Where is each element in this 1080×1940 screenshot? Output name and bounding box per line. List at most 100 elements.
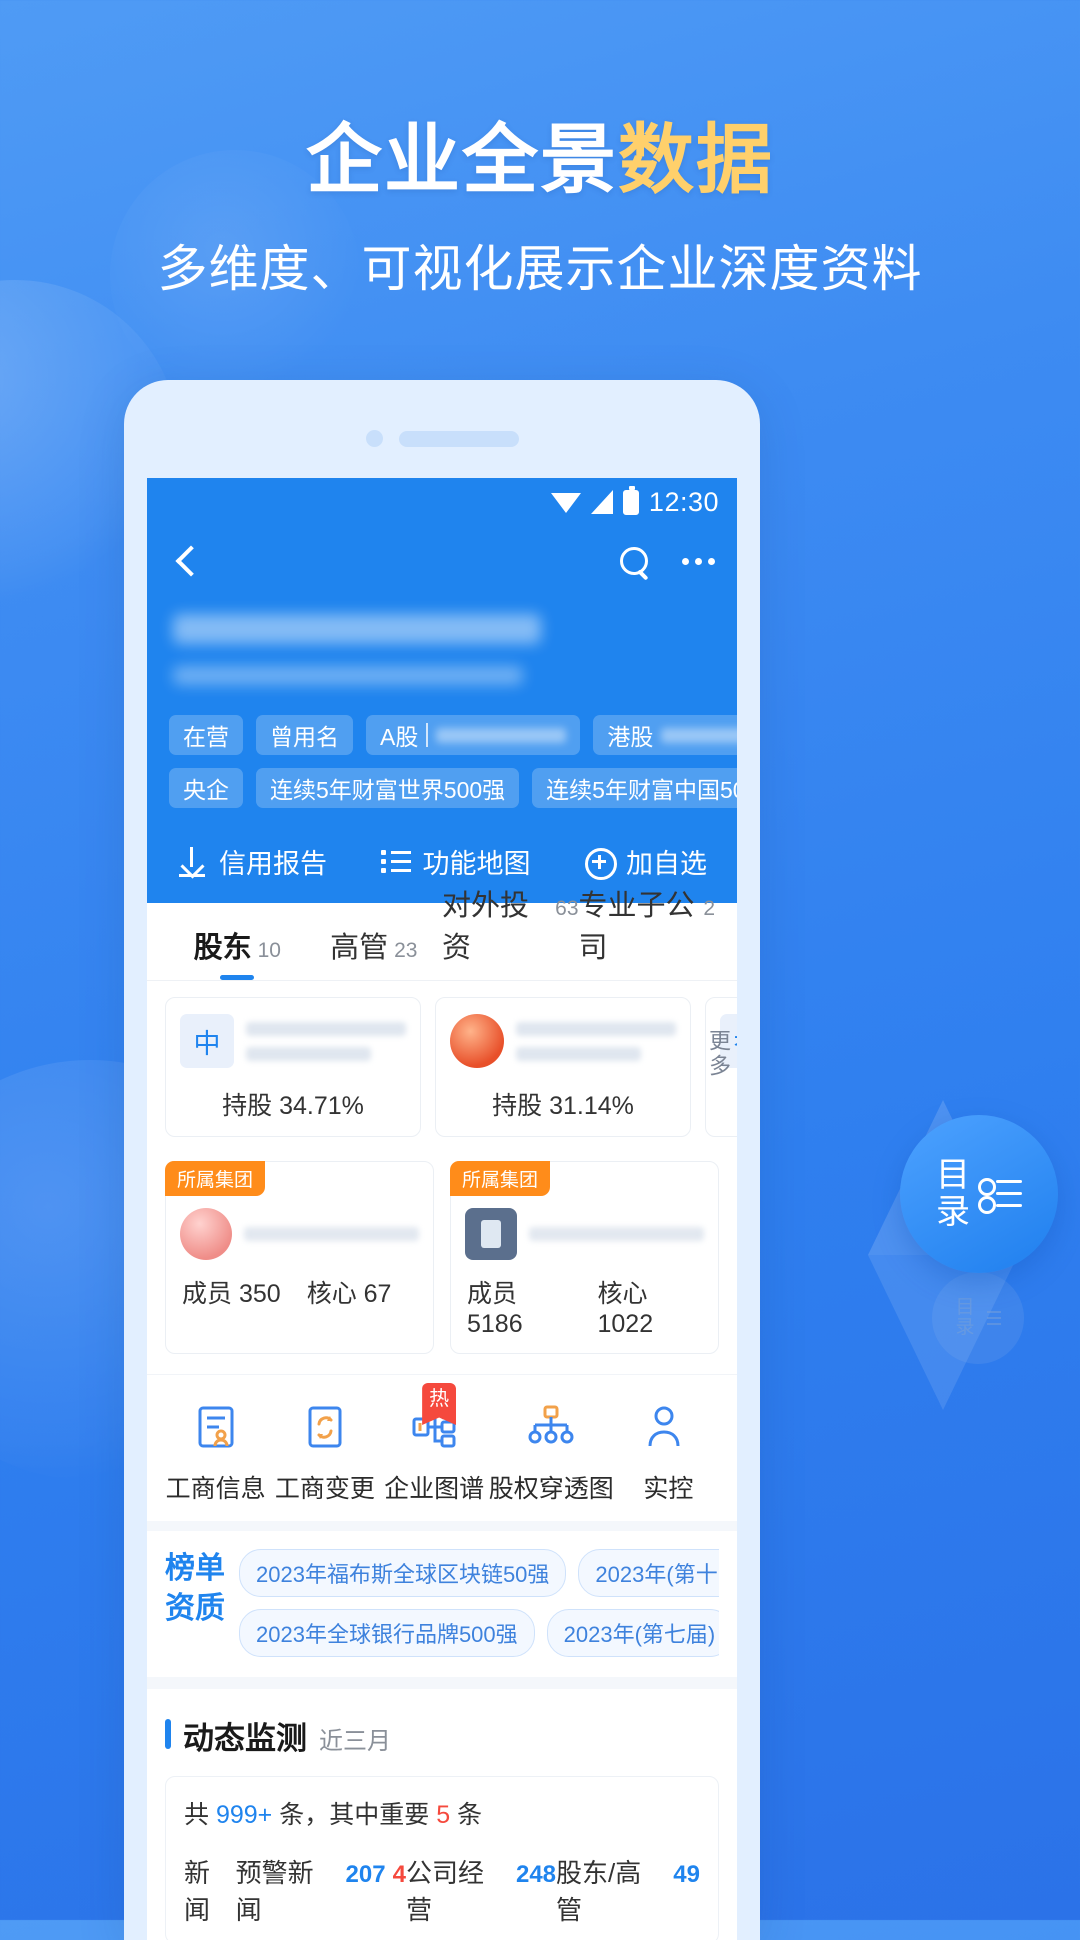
ranking-tag[interactable]: 2023年(第七届): [546, 1609, 719, 1657]
monitor-box: 共 999+ 条，其中重要 5 条 新闻 预警新闻 207 4 公司经营 248 股东…: [165, 1776, 719, 1940]
company-tag[interactable]: 曾用名: [256, 715, 353, 755]
download-icon: [177, 846, 207, 877]
feature-enterprise-graph[interactable]: 热 企业图谱: [380, 1383, 489, 1505]
feature-label: 股权穿透图: [488, 1475, 614, 1503]
tag-label: A股: [380, 724, 419, 750]
ranking-tag[interactable]: 2023年全球银行品牌500强: [239, 1609, 535, 1657]
action-label: 信用报告: [219, 849, 327, 879]
company-name-masked: [173, 614, 541, 644]
feature-business-change[interactable]: 工商变更: [270, 1397, 379, 1505]
equity-penetration-icon: [489, 1397, 614, 1457]
ranking-title: 榜单 资质: [165, 1549, 225, 1657]
holding-value: 31.14%: [549, 1092, 634, 1120]
function-map-button[interactable]: 功能地图: [380, 842, 531, 881]
camera-dot-icon: [365, 430, 383, 447]
catalog-fab-button[interactable]: 目 录: [900, 1115, 1058, 1273]
status-time: 12:30: [648, 486, 719, 517]
tab-label: 专业子公司: [578, 890, 695, 964]
tag-label: 连续5年财富中国500强: [546, 777, 737, 803]
company-tag[interactable]: 在营: [169, 715, 243, 755]
feature-equity-penetration[interactable]: 股权穿透图: [489, 1397, 614, 1505]
ranking-tag-list: 2023年福布斯全球区块链50强 2023年(第十三 2023年全球银行品牌50…: [239, 1549, 719, 1657]
group-card[interactable]: 所属集团 成员 350 核心 67: [165, 1161, 434, 1354]
phone-mockup: 12:30 在营 曾用名 A股 港股 绿债 央企 连续5年财富世界5: [124, 380, 760, 1940]
company-tag[interactable]: 连续5年财富中国500强: [532, 768, 737, 808]
ranking-tag[interactable]: 2023年福布斯全球区块链50强: [239, 1549, 567, 1597]
tab-shareholders[interactable]: 股东 10: [169, 924, 306, 980]
company-tag[interactable]: 连续5年财富世界500强: [256, 768, 520, 808]
ranking-title-line2: 资质: [165, 1591, 225, 1625]
shareholder-card-list: 中 持股 34.71% 持股 31.14% 更多: [147, 981, 737, 1155]
group-card-list: 所属集团 成员 350 核心 67 所属集团 成员 5186 核心 1022: [147, 1155, 737, 1374]
app-header: 在营 曾用名 A股 港股 绿债 央企 连续5年财富世界500强 连续5年财富中国…: [147, 526, 737, 903]
ranking-tag[interactable]: 2023年(第十三: [578, 1549, 719, 1597]
tag-label: 曾用名: [270, 724, 339, 750]
shareholder-card[interactable]: 持股 31.14%: [435, 997, 691, 1137]
ranking-tag-row: 2023年福布斯全球区块链50强 2023年(第十三: [239, 1549, 719, 1597]
shareholder-more-button[interactable]: 更多: [707, 1029, 733, 1080]
company-tag-row-2: 央企 连续5年财富世界500强 连续5年财富中国500强: [169, 768, 737, 808]
count-total: 999+: [215, 1801, 273, 1829]
search-icon[interactable]: [618, 545, 650, 577]
feature-actual-controller[interactable]: 实控: [614, 1397, 723, 1505]
group-card[interactable]: 所属集团 成员 5186 核心 1022: [450, 1161, 719, 1354]
group-members: 成员 5186: [467, 1280, 523, 1338]
holding-value: 34.71%: [279, 1092, 364, 1120]
tab-label: 股东: [193, 932, 252, 964]
page-title-main: 企业全景: [306, 118, 618, 203]
group-badge: 所属集团: [450, 1161, 551, 1196]
page-title-highlight: 数据: [618, 118, 774, 203]
company-tag[interactable]: A股: [366, 715, 581, 755]
credit-report-button[interactable]: 信用报告: [177, 842, 327, 881]
shareholder-name-masked: [516, 1021, 676, 1061]
feature-label: 实控: [643, 1475, 694, 1503]
shareholder-card-header: [450, 1014, 676, 1068]
count-prefix: 共: [184, 1801, 210, 1829]
shareholder-holding: 持股 34.71%: [180, 1086, 406, 1122]
group-stats: 成员 5186 核心 1022: [451, 1260, 718, 1339]
monitor-count-line: 共 999+ 条，其中重要 5 条: [184, 1795, 700, 1831]
monitor-tab-alert-news[interactable]: 预警新闻 207 4: [236, 1853, 406, 1927]
company-tag[interactable]: 港股: [593, 715, 737, 755]
catalog-fab-ghost: 目录: [932, 1272, 1024, 1364]
tab-outbound-investment[interactable]: 对外投资 63: [442, 882, 579, 980]
count-important: 5: [436, 1801, 451, 1829]
group-badge: 所属集团: [165, 1161, 266, 1196]
feature-business-info[interactable]: 工商信息: [161, 1397, 270, 1505]
plus-circle-icon: [584, 847, 617, 880]
ranking-title-line1: 榜单: [165, 1552, 225, 1585]
tag-label: 在营: [183, 724, 229, 750]
monitor-accent-bar: [165, 1719, 171, 1749]
monitor-tab-shareholders[interactable]: 股东/高管 49: [556, 1853, 700, 1927]
catalog-fab-label: 目 录: [936, 1157, 970, 1230]
group-members: 成员 350: [182, 1280, 281, 1308]
tag-label: 央企: [183, 777, 229, 803]
status-bar: 12:30: [147, 478, 737, 526]
shareholder-card[interactable]: 中 持股 34.71%: [165, 997, 421, 1137]
tag-label: 港股: [607, 724, 654, 750]
catalog-ghost-label: 目录: [955, 1297, 975, 1338]
count-middle: 条，其中重要: [279, 1801, 430, 1829]
back-arrow-icon[interactable]: [169, 544, 203, 578]
hero-section: 企业全景数据 多维度、可视化展示企业深度资料: [0, 118, 1080, 301]
group-logo: [180, 1208, 232, 1260]
monitor-title: 动态监测: [183, 1721, 307, 1756]
tab-label: 对外投资: [442, 890, 530, 964]
tab-subsidiaries[interactable]: 专业子公司 2: [579, 882, 716, 980]
company-tag[interactable]: 央企: [169, 768, 243, 808]
page-subtitle: 多维度、可视化展示企业深度资料: [157, 241, 923, 298]
header-actions: [618, 545, 715, 577]
phone-notch: [124, 430, 760, 447]
group-core: 核心 67: [306, 1280, 392, 1308]
tag-label: 连续5年财富世界500强: [270, 777, 506, 803]
add-watchlist-button[interactable]: 加自选: [584, 842, 707, 881]
monitor-tab-operations[interactable]: 公司经营 248: [406, 1853, 556, 1927]
catalog-fab-line2: 录: [936, 1193, 970, 1231]
monitor-tab-news[interactable]: 新闻: [184, 1853, 236, 1927]
more-dots-icon[interactable]: [682, 557, 715, 565]
section-tabs: 股东 10 高管 23 对外投资 63 专业子公司 2: [147, 890, 737, 981]
feature-icon-grid: 工商信息 工商变更 热 企业图谱 股权穿透图 实控: [147, 1374, 737, 1521]
tab-executives[interactable]: 高管 23: [306, 924, 443, 980]
group-name-masked: [244, 1227, 419, 1241]
business-change-icon: [270, 1397, 379, 1457]
